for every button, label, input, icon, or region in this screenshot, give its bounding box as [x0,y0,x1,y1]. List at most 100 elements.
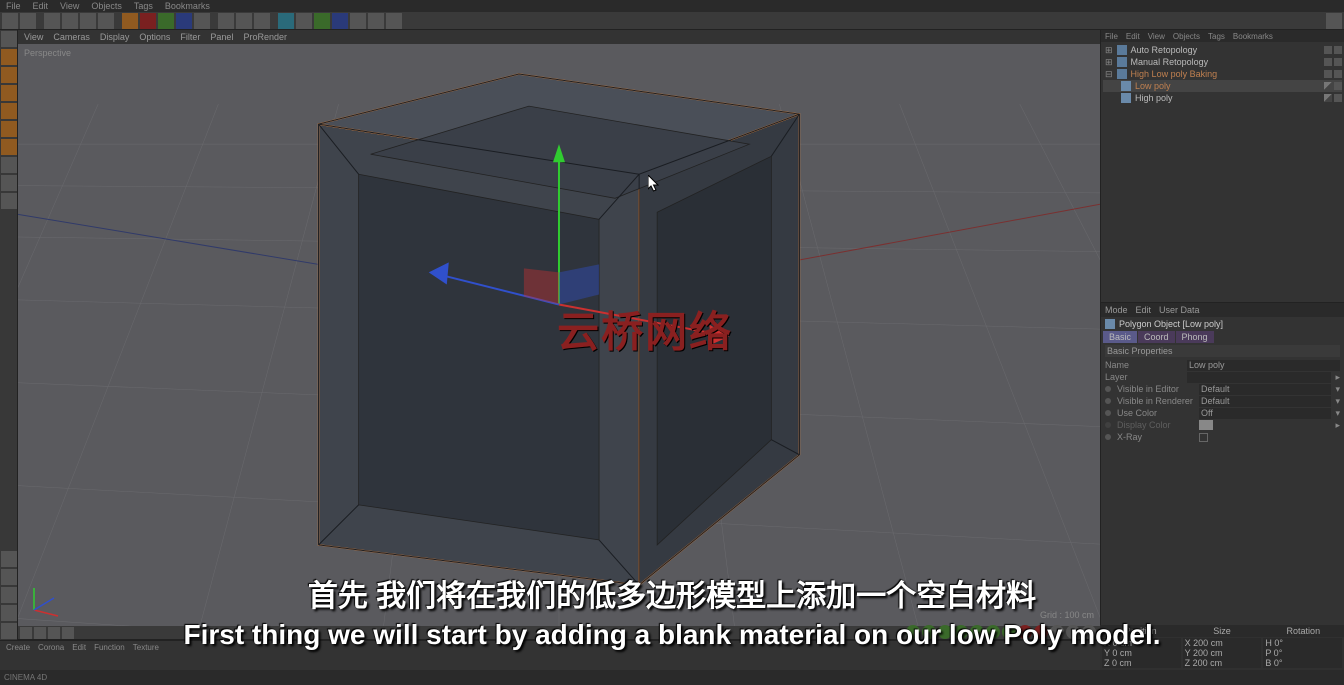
snap-settings-icon[interactable] [1,569,17,585]
menu-bookmarks[interactable]: Bookmarks [165,1,210,11]
recent-tool-icon[interactable] [122,13,138,29]
attr-tab-phong[interactable]: Phong [1176,331,1214,343]
texture-mode-icon[interactable] [1,67,17,83]
object-manager-tree[interactable]: ⊞ Auto Retopology ⊞ Manual Retopology ⊟ … [1101,42,1344,302]
view-menu-panel[interactable]: Panel [210,32,233,42]
chevron-down-icon[interactable]: ▸ [1335,372,1340,383]
locked-workplane-icon[interactable] [1,605,17,621]
render-settings-icon[interactable] [254,13,270,29]
size-x-field[interactable]: X 200 cm [1183,638,1262,648]
undo-icon[interactable] [2,13,18,29]
tree-item[interactable]: ⊞ Auto Retopology [1103,44,1342,56]
tree-item[interactable]: High poly [1103,92,1342,104]
mat-texture[interactable]: Texture [133,643,159,652]
view-menu-prorender[interactable]: ProRender [243,32,287,42]
x-axis-icon[interactable] [140,13,156,29]
snap-icon[interactable] [1,551,17,567]
render-region-icon[interactable] [236,13,252,29]
menu-view[interactable]: View [60,1,79,11]
display-color-swatch[interactable] [1199,420,1213,430]
tree-item-selected[interactable]: Low poly [1103,80,1342,92]
om-bookmarks[interactable]: Bookmarks [1233,32,1273,41]
om-tags[interactable]: Tags [1208,32,1225,41]
tweak-mode-icon[interactable] [1,175,17,191]
workplane-mode-icon[interactable] [1,85,17,101]
om-file[interactable]: File [1105,32,1118,41]
attr-tab-basic[interactable]: Basic [1103,331,1137,343]
coord-tab-size[interactable]: Size [1181,626,1262,636]
view-menu-display[interactable]: Display [100,32,130,42]
generator-icon[interactable] [314,13,330,29]
chevron-down-icon[interactable]: ▾ [1335,408,1340,419]
z-axis-icon[interactable] [176,13,192,29]
pos-z-field[interactable]: Z 0 cm [1102,658,1181,668]
view-nav-icon[interactable] [34,627,46,639]
view-nav-icon[interactable] [62,627,74,639]
vis-editor-dropdown[interactable]: Default [1199,384,1331,395]
menu-file[interactable]: File [6,1,21,11]
view-nav-icon[interactable] [20,627,32,639]
planar-workplane-icon[interactable] [1,623,17,639]
view-nav-icon[interactable] [48,627,60,639]
attr-userdata[interactable]: User Data [1159,305,1200,315]
view-menu-filter[interactable]: Filter [180,32,200,42]
axis-mode-icon[interactable] [1,157,17,173]
y-axis-icon[interactable] [158,13,174,29]
polygon-mode-icon[interactable] [1,139,17,155]
cube-primitive-icon[interactable] [278,13,294,29]
scale-tool-icon[interactable] [80,13,96,29]
view-menu-options[interactable]: Options [139,32,170,42]
menu-edit[interactable]: Edit [33,1,49,11]
layout-icon[interactable] [1326,13,1342,29]
view-menu-cameras[interactable]: Cameras [53,32,90,42]
mat-create[interactable]: Create [6,643,30,652]
attr-edit[interactable]: Edit [1136,305,1152,315]
camera-icon[interactable] [368,13,384,29]
world-axis-icon[interactable] [194,13,210,29]
light-icon[interactable] [386,13,402,29]
coord-tab-rotation[interactable]: Rotation [1263,626,1344,636]
attr-tab-coord[interactable]: Coord [1138,331,1175,343]
select-tool-icon[interactable] [44,13,60,29]
move-tool-icon[interactable] [62,13,78,29]
color-picker-icon[interactable]: ▸ [1335,420,1340,431]
xray-checkbox[interactable] [1199,433,1208,442]
layer-field[interactable] [1187,372,1331,383]
deformer-icon[interactable] [332,13,348,29]
use-color-dropdown[interactable]: Off [1199,408,1331,419]
menu-objects[interactable]: Objects [91,1,122,11]
mat-edit[interactable]: Edit [72,643,86,652]
tree-item[interactable]: ⊞ Manual Retopology [1103,56,1342,68]
chevron-down-icon[interactable]: ▾ [1335,396,1340,407]
size-y-field[interactable]: Y 200 cm [1183,648,1262,658]
vis-renderer-dropdown[interactable]: Default [1199,396,1331,407]
environment-icon[interactable] [350,13,366,29]
rotate-tool-icon[interactable] [98,13,114,29]
name-field[interactable]: Low poly [1187,360,1340,371]
tree-item[interactable]: ⊟ High Low poly Baking [1103,68,1342,80]
workplane-icon[interactable] [1,587,17,603]
redo-icon[interactable] [20,13,36,29]
model-mode-icon[interactable] [1,49,17,65]
point-mode-icon[interactable] [1,103,17,119]
chevron-down-icon[interactable]: ▾ [1335,384,1340,395]
viewport[interactable]: Grid : 100 cm [18,44,1100,626]
mat-function[interactable]: Function [94,643,125,652]
attr-mode[interactable]: Mode [1105,305,1128,315]
cube-object[interactable] [319,74,800,585]
pen-icon[interactable] [296,13,312,29]
rot-b-field[interactable]: B 0° [1263,658,1342,668]
view-menu-view[interactable]: View [24,32,43,42]
rot-p-field[interactable]: P 0° [1263,648,1342,658]
size-z-field[interactable]: Z 200 cm [1183,658,1262,668]
menu-tags[interactable]: Tags [134,1,153,11]
edge-mode-icon[interactable] [1,121,17,137]
make-editable-icon[interactable] [1,31,17,47]
om-objects[interactable]: Objects [1173,32,1200,41]
om-view[interactable]: View [1148,32,1165,41]
mat-corona[interactable]: Corona [38,643,64,652]
om-edit[interactable]: Edit [1126,32,1140,41]
viewport-solo-icon[interactable] [1,193,17,209]
rot-h-field[interactable]: H 0° [1263,638,1342,648]
render-icon[interactable] [218,13,234,29]
